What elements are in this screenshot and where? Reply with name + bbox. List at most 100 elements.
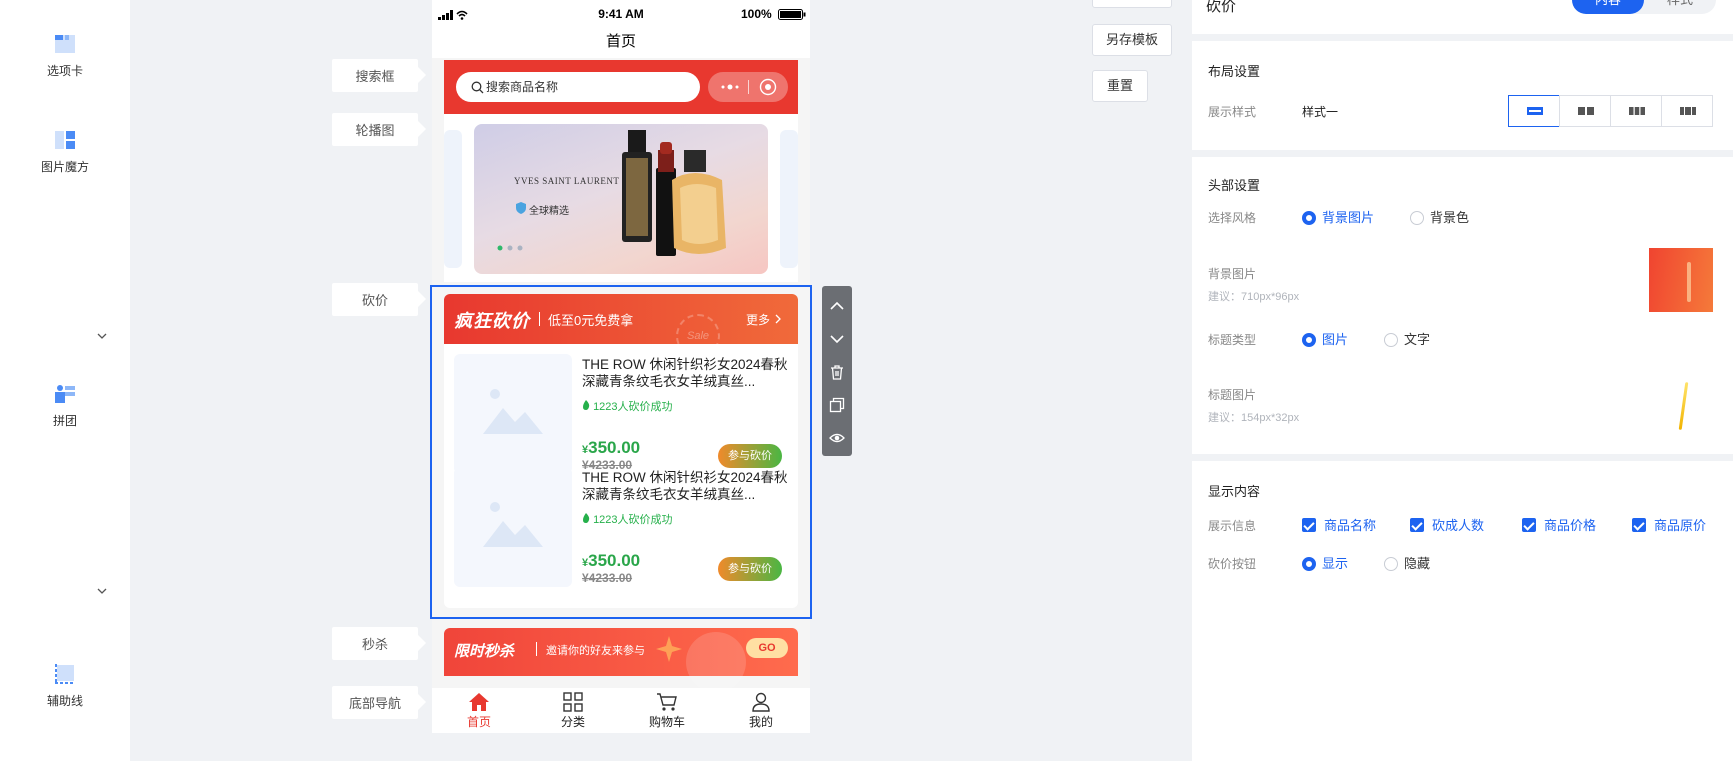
tab-category[interactable]: 分类: [526, 692, 620, 730]
tab-home[interactable]: 首页: [432, 692, 526, 730]
capsule-menu[interactable]: [708, 72, 788, 102]
checkbox-product-price[interactable]: 商品价格: [1522, 518, 1596, 534]
radio-title-image[interactable]: 图片: [1302, 332, 1348, 348]
layout-option-2[interactable]: [1559, 95, 1611, 127]
bottom-tab-bar: 首页 分类 购物车 我的: [432, 688, 810, 733]
layout-settings-section: 布局设置 展示样式 样式一: [1192, 34, 1733, 144]
canvas-label-search[interactable]: 搜索框: [332, 59, 426, 92]
move-up-icon[interactable]: [829, 298, 845, 314]
layout-option-3[interactable]: [1610, 95, 1662, 127]
radio-bg-color[interactable]: 背景色: [1410, 210, 1469, 226]
status-battery-text: 100%: [741, 7, 772, 21]
banner-image[interactable]: YVES SAINT LAURENT 全球精选: [474, 124, 768, 274]
section-title: 布局设置: [1208, 64, 1261, 79]
canvas-label-seckill[interactable]: 秒杀: [332, 627, 426, 660]
image-cube-icon: [55, 131, 75, 149]
search-icon: [471, 81, 484, 94]
radio-hide[interactable]: 隐藏: [1384, 556, 1430, 572]
canvas-label-tabbar[interactable]: 底部导航: [332, 686, 426, 719]
tab-icon: [55, 35, 75, 53]
shield-icon: [516, 202, 526, 214]
search-input[interactable]: 搜索商品名称: [456, 72, 700, 102]
banner-carousel[interactable]: YVES SAINT LAURENT 全球精选: [444, 114, 798, 282]
radio-bg-image[interactable]: 背景图片: [1302, 210, 1374, 226]
checkbox-original-price[interactable]: 商品原价: [1632, 518, 1706, 534]
tab-cart[interactable]: 购物车: [620, 692, 714, 730]
section-title: 显示内容: [1208, 484, 1261, 499]
settings-tab-switch: 内容 样式: [1572, 0, 1716, 14]
banner-prev-slide: [444, 130, 462, 268]
component-toolbar: [822, 286, 852, 456]
seckill-sub: 邀请你的好友来参与: [546, 645, 645, 657]
display-style-value: 样式一: [1302, 105, 1339, 119]
bg-image-preview[interactable]: [1649, 248, 1713, 312]
copy-icon[interactable]: [829, 397, 845, 413]
status-bar: 9:41 AM 100%: [432, 0, 810, 30]
carousel-dots[interactable]: [496, 244, 526, 252]
radio-show[interactable]: 显示: [1302, 556, 1348, 572]
delete-icon[interactable]: [829, 364, 845, 380]
layout-option-4[interactable]: [1661, 95, 1713, 127]
component-group-buy[interactable]: 拼团: [0, 382, 130, 429]
save-template-button[interactable]: 另存模板: [1092, 24, 1172, 56]
component-label: 拼团: [52, 414, 77, 428]
tab-mine[interactable]: 我的: [714, 692, 808, 730]
checkbox-product-name[interactable]: 商品名称: [1302, 518, 1376, 534]
move-down-icon[interactable]: [829, 331, 845, 347]
display-style-label: 展示样式: [1208, 105, 1257, 119]
search-block[interactable]: 搜索商品名称: [444, 60, 798, 114]
search-placeholder: 搜索商品名称: [486, 80, 559, 94]
seckill-title: 限时秒杀: [454, 643, 515, 660]
component-label: 图片魔方: [40, 160, 89, 174]
canvas-label-banner[interactable]: 轮播图: [332, 113, 426, 146]
component-image-cube[interactable]: 图片魔方: [0, 128, 130, 175]
selected-component-frame: [430, 285, 812, 619]
battery-icon: [778, 9, 806, 20]
component-guide-line[interactable]: 辅助线: [0, 662, 130, 709]
component-tab[interactable]: 选项卡: [0, 32, 130, 79]
settings-panel: 砍价 内容 样式 布局设置 展示样式 样式一 头部设置 选择风格 背景图片 背景…: [1192, 0, 1733, 761]
component-panel: 选项卡 图片魔方 拼团 辅助线: [0, 0, 130, 761]
banner-tag: 全球精选: [529, 206, 569, 217]
display-content-section: 显示内容 展示信息 商品名称 砍成人数 商品价格 商品原价 砍价按钮 显示 隐藏: [1192, 454, 1733, 761]
cart-icon: [657, 693, 677, 711]
component-label: 辅助线: [46, 694, 83, 708]
checkbox-bargain-count[interactable]: 砍成人数: [1410, 518, 1484, 534]
chevron-down-icon[interactable]: [96, 330, 108, 342]
tab-label: 分类: [560, 715, 585, 729]
group-buy-icon: [55, 385, 75, 403]
tab-label: 购物车: [648, 715, 685, 729]
title-image-label: 标题图片: [1208, 388, 1257, 402]
title-image-hint: 建议：154px*32px: [1208, 412, 1300, 424]
clock-decoration: [686, 632, 746, 692]
top-action-button[interactable]: [1092, 0, 1172, 8]
settings-title: 砍价: [1206, 0, 1237, 15]
canvas-label-bargain[interactable]: 砍价: [332, 283, 426, 316]
target-icon[interactable]: [759, 78, 777, 96]
bg-image-hint: 建议：710px*96px: [1208, 291, 1300, 303]
home-icon: [469, 693, 489, 711]
sparkle-icon: [656, 636, 682, 662]
tab-content[interactable]: 内容: [1572, 0, 1644, 14]
tab-style[interactable]: 样式: [1644, 0, 1716, 14]
layout-option-1[interactable]: [1508, 95, 1560, 127]
radio-title-text[interactable]: 文字: [1384, 332, 1430, 348]
reset-button[interactable]: 重置: [1092, 70, 1148, 102]
component-label: 选项卡: [46, 64, 83, 78]
chevron-down-icon[interactable]: [96, 585, 108, 597]
header-settings-section: 头部设置 选择风格 背景图片 背景色 背景图片 建议：710px*96px 标题…: [1192, 150, 1733, 456]
more-dots-icon[interactable]: [720, 82, 740, 92]
style-label: 选择风格: [1208, 211, 1257, 225]
tab-label: 我的: [748, 715, 773, 729]
info-label: 展示信息: [1208, 519, 1257, 533]
title-image-preview[interactable]: [1678, 382, 1689, 430]
layout-scroll-icon: [1680, 107, 1696, 115]
section-title: 头部设置: [1208, 178, 1261, 193]
seckill-module[interactable]: 限时秒杀 邀请你的好友来参与 GO: [444, 628, 798, 692]
perfume-product-image: [622, 130, 726, 256]
layout-double-icon: [1578, 107, 1594, 115]
seckill-go-button[interactable]: GO: [746, 638, 788, 658]
tab-label: 首页: [466, 715, 491, 729]
title-type-label: 标题类型: [1208, 333, 1257, 347]
eye-icon[interactable]: [829, 430, 845, 446]
